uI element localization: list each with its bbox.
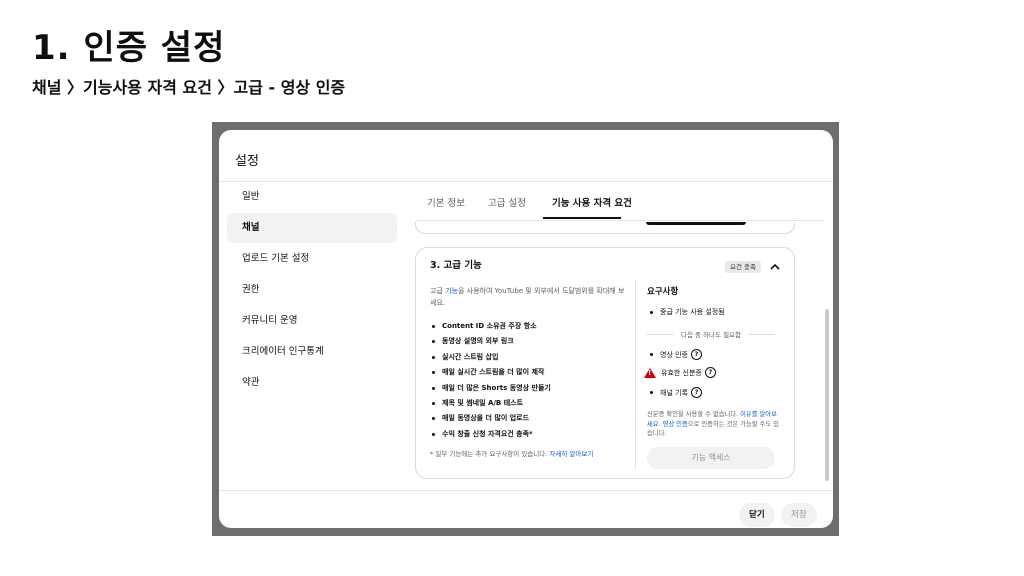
tab-basic-info[interactable]: 기본 정보 [427, 195, 465, 209]
settings-sidebar: 일반 채널 업로드 기본 설정 권한 커뮤니티 운영 크리에이터 인구통계 약관 [227, 181, 397, 398]
requirement-intermediate: 중급 기능 사용 설정됨 [650, 307, 725, 317]
list-item: 매일 실시간 스트림을 더 많이 제작 [430, 365, 630, 380]
status-badge: 요건 충족 [725, 261, 761, 273]
access-features-button[interactable]: 기능 액세스 [647, 447, 775, 469]
warning-icon [644, 367, 656, 378]
requirements-divider: 다음 중 하나도 필요함 [647, 329, 775, 339]
list-item: 실시간 스트림 삽입 [430, 350, 630, 365]
desc-text-rest: 을 사용하여 YouTube 및 외부에서 도달범위를 확대해 보세요. [430, 287, 625, 307]
tab-feature-eligibility[interactable]: 기능 사용 자격 요건 [552, 195, 632, 209]
slide-breadcrumb: 채널 〉기능사용 자격 요건 〉고급 - 영상 인증 [32, 78, 346, 97]
feature-list: Content ID 소유권 주장 항소 동영상 설명의 외부 링크 실시간 스… [430, 319, 630, 442]
tab-advanced-settings[interactable]: 고급 설정 [488, 195, 526, 209]
sidebar-item-permissions[interactable]: 권한 [227, 275, 397, 305]
foot-text: 신분증 확인을 사용할 수 없습니다. [647, 411, 741, 418]
note-text: * 일부 기능에는 추가 요구사항이 있습니다. [430, 450, 550, 458]
sidebar-item-channel[interactable]: 채널 [227, 213, 397, 243]
features-link[interactable]: 기능 [445, 287, 458, 295]
list-item: 제목 및 썸네일 A/B 테스트 [430, 396, 630, 411]
learn-more-link[interactable]: 자세히 알아보기 [549, 450, 593, 458]
help-icon[interactable]: ? [691, 387, 702, 398]
chevron-up-icon[interactable] [768, 260, 782, 274]
requirement-label: 채널 기록 [660, 388, 688, 397]
video-verification-link[interactable]: 영상 인증 [663, 421, 688, 428]
list-item: 매일 동영상을 더 많이 업로드 [430, 411, 630, 426]
settings-dialog: 설정 일반 채널 업로드 기본 설정 권한 커뮤니티 운영 크리에이터 인구통계… [219, 130, 833, 528]
list-item: Content ID 소유권 주장 항소 [430, 319, 630, 334]
column-divider [635, 280, 636, 470]
help-icon[interactable]: ? [691, 349, 702, 360]
sidebar-item-terms[interactable]: 약관 [227, 368, 397, 398]
sidebar-item-upload-defaults[interactable]: 업로드 기본 설정 [227, 244, 397, 274]
divider [219, 490, 833, 491]
active-tab-indicator [543, 217, 621, 219]
dialog-title: 설정 [235, 154, 259, 169]
screenshot-frame: 설정 일반 채널 업로드 기본 설정 권한 커뮤니티 운영 크리에이터 인구통계… [212, 122, 839, 536]
slide-title: 1. 인증 설정 [32, 28, 226, 68]
scrollbar[interactable] [825, 309, 829, 481]
requirement-video-verification: 영상 인증? [650, 349, 702, 360]
help-icon[interactable]: ? [704, 367, 716, 378]
list-item: 동영상 설명의 외부 링크 [430, 334, 630, 349]
sidebar-item-general[interactable]: 일반 [227, 182, 397, 212]
bullet [650, 391, 653, 394]
desc-text: 고급 [430, 287, 446, 295]
requirement-valid-id: 유효한 신분증? [644, 367, 716, 378]
card-footnote: * 일부 기능에는 추가 요구사항이 있습니다. 자세히 알아보기 [430, 448, 593, 458]
list-item: 수익 창출 신청 자격요건 충족* [430, 427, 630, 442]
requirement-label: 영상 인증 [660, 350, 688, 359]
requirement-label: 유효한 신분증 [661, 368, 702, 377]
bullet [650, 353, 653, 356]
save-button[interactable]: 저장 [781, 503, 817, 527]
advanced-features-card: 3. 고급 기능 요건 충족 고급 기능을 사용하여 YouTube 및 외부에… [415, 247, 795, 479]
bullet [650, 310, 653, 314]
id-unavailable-note: 신분증 확인을 사용할 수 없습니다. 이유를 알아보세요. 영상 인증으로 인… [647, 410, 779, 439]
sidebar-item-demographics[interactable]: 크리에이터 인구통계 [227, 337, 397, 367]
previous-card [415, 222, 795, 234]
requirements-title: 요구사항 [647, 287, 679, 297]
list-item: 매일 더 많은 Shorts 동영상 만들기 [430, 381, 630, 396]
card-description: 고급 기능을 사용하여 YouTube 및 외부에서 도달범위를 확대해 보세요… [430, 285, 626, 309]
sidebar-item-community[interactable]: 커뮤니티 운영 [227, 306, 397, 336]
previous-card-button[interactable] [646, 222, 746, 225]
channel-tabs: 기본 정보 고급 설정 기능 사용 자격 요건 [417, 182, 825, 221]
eligibility-content: 3. 고급 기능 요건 충족 고급 기능을 사용하여 YouTube 및 외부에… [415, 222, 795, 486]
requirement-channel-history: 채널 기록? [650, 387, 702, 398]
requirement-label: 중급 기능 사용 설정됨 [660, 308, 725, 316]
card-title: 3. 고급 기능 [430, 260, 482, 271]
close-button[interactable]: 닫기 [739, 503, 775, 527]
